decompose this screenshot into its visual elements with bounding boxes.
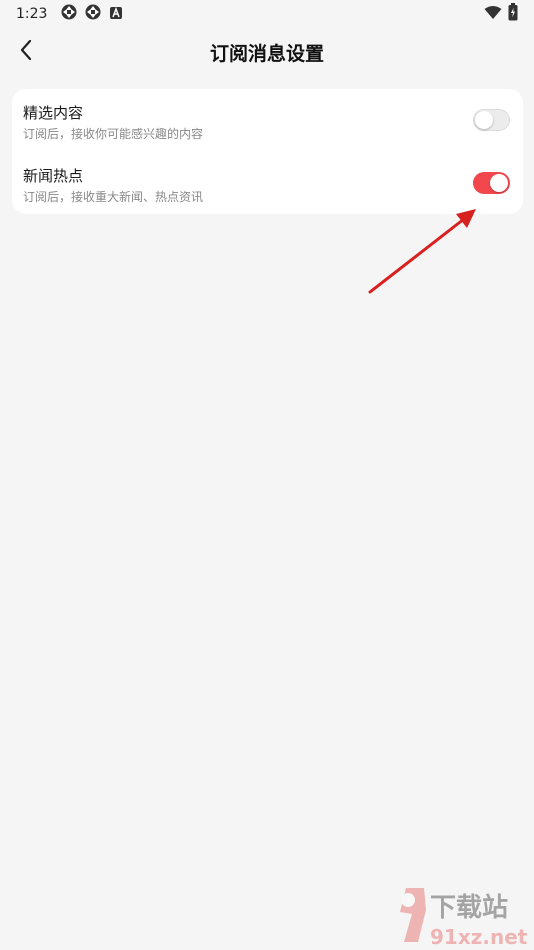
wifi-icon xyxy=(484,5,502,24)
aperture-icon xyxy=(61,4,77,24)
featured-content-toggle[interactable] xyxy=(473,109,510,131)
aperture-icon xyxy=(85,4,101,24)
setting-title: 精选内容 xyxy=(23,104,84,122)
header: 订阅消息设置 xyxy=(0,28,534,76)
setting-title: 新闻热点 xyxy=(23,167,84,185)
status-bar: 1:23 xyxy=(0,0,534,28)
toggle-knob xyxy=(475,111,493,129)
toggle-knob xyxy=(490,174,508,192)
screen: 1:23 订阅消息设置 精选内容 订阅后，接收你可能感兴趣的内容 新闻热点 订阅… xyxy=(0,0,534,950)
subscription-settings-card: 精选内容 订阅后，接收你可能感兴趣的内容 新闻热点 订阅后，接收重大新闻、热点资… xyxy=(12,89,523,214)
status-notification-icons xyxy=(61,4,123,24)
setting-subtitle: 订阅后，接收你可能感兴趣的内容 xyxy=(23,127,204,141)
svg-text:下载站: 下载站 xyxy=(430,893,508,923)
page-title: 订阅消息设置 xyxy=(209,42,324,65)
back-button[interactable] xyxy=(10,36,42,68)
svg-text:91xz.net: 91xz.net xyxy=(430,925,528,949)
status-system-icons xyxy=(484,3,518,25)
news-hotspot-toggle[interactable] xyxy=(473,172,510,194)
battery-charging-icon xyxy=(508,3,518,25)
a-square-icon xyxy=(109,5,123,24)
setting-subtitle: 订阅后，接收重大新闻、热点资讯 xyxy=(23,190,204,204)
setting-row-featured-content: 精选内容 订阅后，接收你可能感兴趣的内容 xyxy=(12,89,523,151)
chevron-left-icon xyxy=(19,39,33,65)
annotation-arrow xyxy=(360,200,490,304)
status-time: 1:23 xyxy=(16,6,48,22)
watermark-logo: 下载站 91xz.net xyxy=(392,882,534,950)
